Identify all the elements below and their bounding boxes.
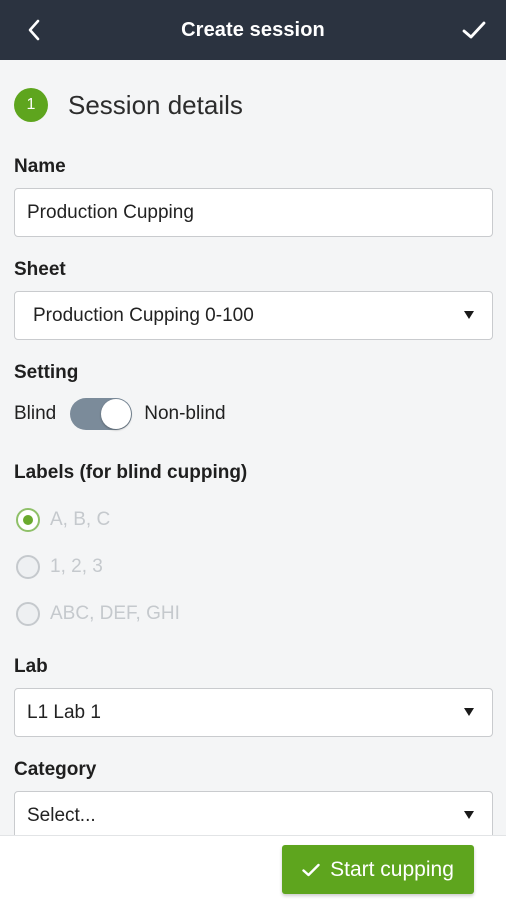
name-input-value: Production Cupping (27, 201, 194, 223)
toggle-knob (101, 399, 132, 429)
setting-row: Blind Non-blind (14, 398, 226, 430)
setting-blind-label: Blind (14, 403, 57, 424)
label-option-abc-def-ghi[interactable]: ABC, DEF, GHI (16, 602, 180, 626)
back-button[interactable] (18, 14, 50, 46)
radio-button-checked[interactable] (16, 508, 40, 532)
checkmark-icon (462, 21, 486, 39)
radio-button[interactable] (16, 602, 40, 626)
label-option-text: 1, 2, 3 (50, 556, 103, 577)
start-cupping-button[interactable]: Start cupping (282, 845, 474, 894)
label-option-123[interactable]: 1, 2, 3 (16, 555, 103, 579)
labels-label: Labels (for blind cupping) (14, 462, 248, 483)
category-select-value: Select... (27, 804, 96, 826)
header-title: Create session (181, 18, 325, 41)
section-title: Session details (68, 89, 243, 120)
label-option-text: A, B, C (50, 509, 111, 530)
name-input[interactable]: Production Cupping (14, 188, 493, 237)
sheet-select-value: Production Cupping 0-100 (33, 304, 254, 326)
lab-select-value: L1 Lab 1 (27, 701, 101, 723)
name-label: Name (14, 156, 66, 177)
section-header: 1 Session details (14, 88, 243, 122)
lab-label: Lab (14, 656, 48, 677)
label-option-abc[interactable]: A, B, C (16, 508, 110, 532)
category-label: Category (14, 759, 97, 780)
label-option-text: ABC, DEF, GHI (50, 603, 180, 624)
blind-toggle[interactable] (70, 398, 133, 430)
sheet-label: Sheet (14, 259, 66, 280)
setting-label: Setting (14, 362, 79, 383)
setting-non-blind-label: Non-blind (144, 403, 226, 424)
start-cupping-label: Start cupping (330, 857, 454, 881)
footer-bar: Start cupping (0, 835, 506, 900)
dropdown-arrow-icon (464, 708, 474, 716)
checkmark-icon (302, 863, 320, 877)
form-content: 1 Session details Name Production Cuppin… (0, 60, 506, 835)
chevron-left-icon (28, 19, 40, 41)
category-select[interactable]: Select... (14, 791, 493, 835)
sheet-select[interactable]: Production Cupping 0-100 (14, 291, 493, 340)
app-header: Create session (0, 0, 506, 60)
dropdown-arrow-icon (464, 311, 474, 319)
radio-button[interactable] (16, 555, 40, 579)
confirm-button[interactable] (458, 14, 490, 46)
dropdown-arrow-icon (464, 811, 474, 819)
lab-select[interactable]: L1 Lab 1 (14, 688, 493, 737)
step-badge: 1 (14, 88, 48, 122)
